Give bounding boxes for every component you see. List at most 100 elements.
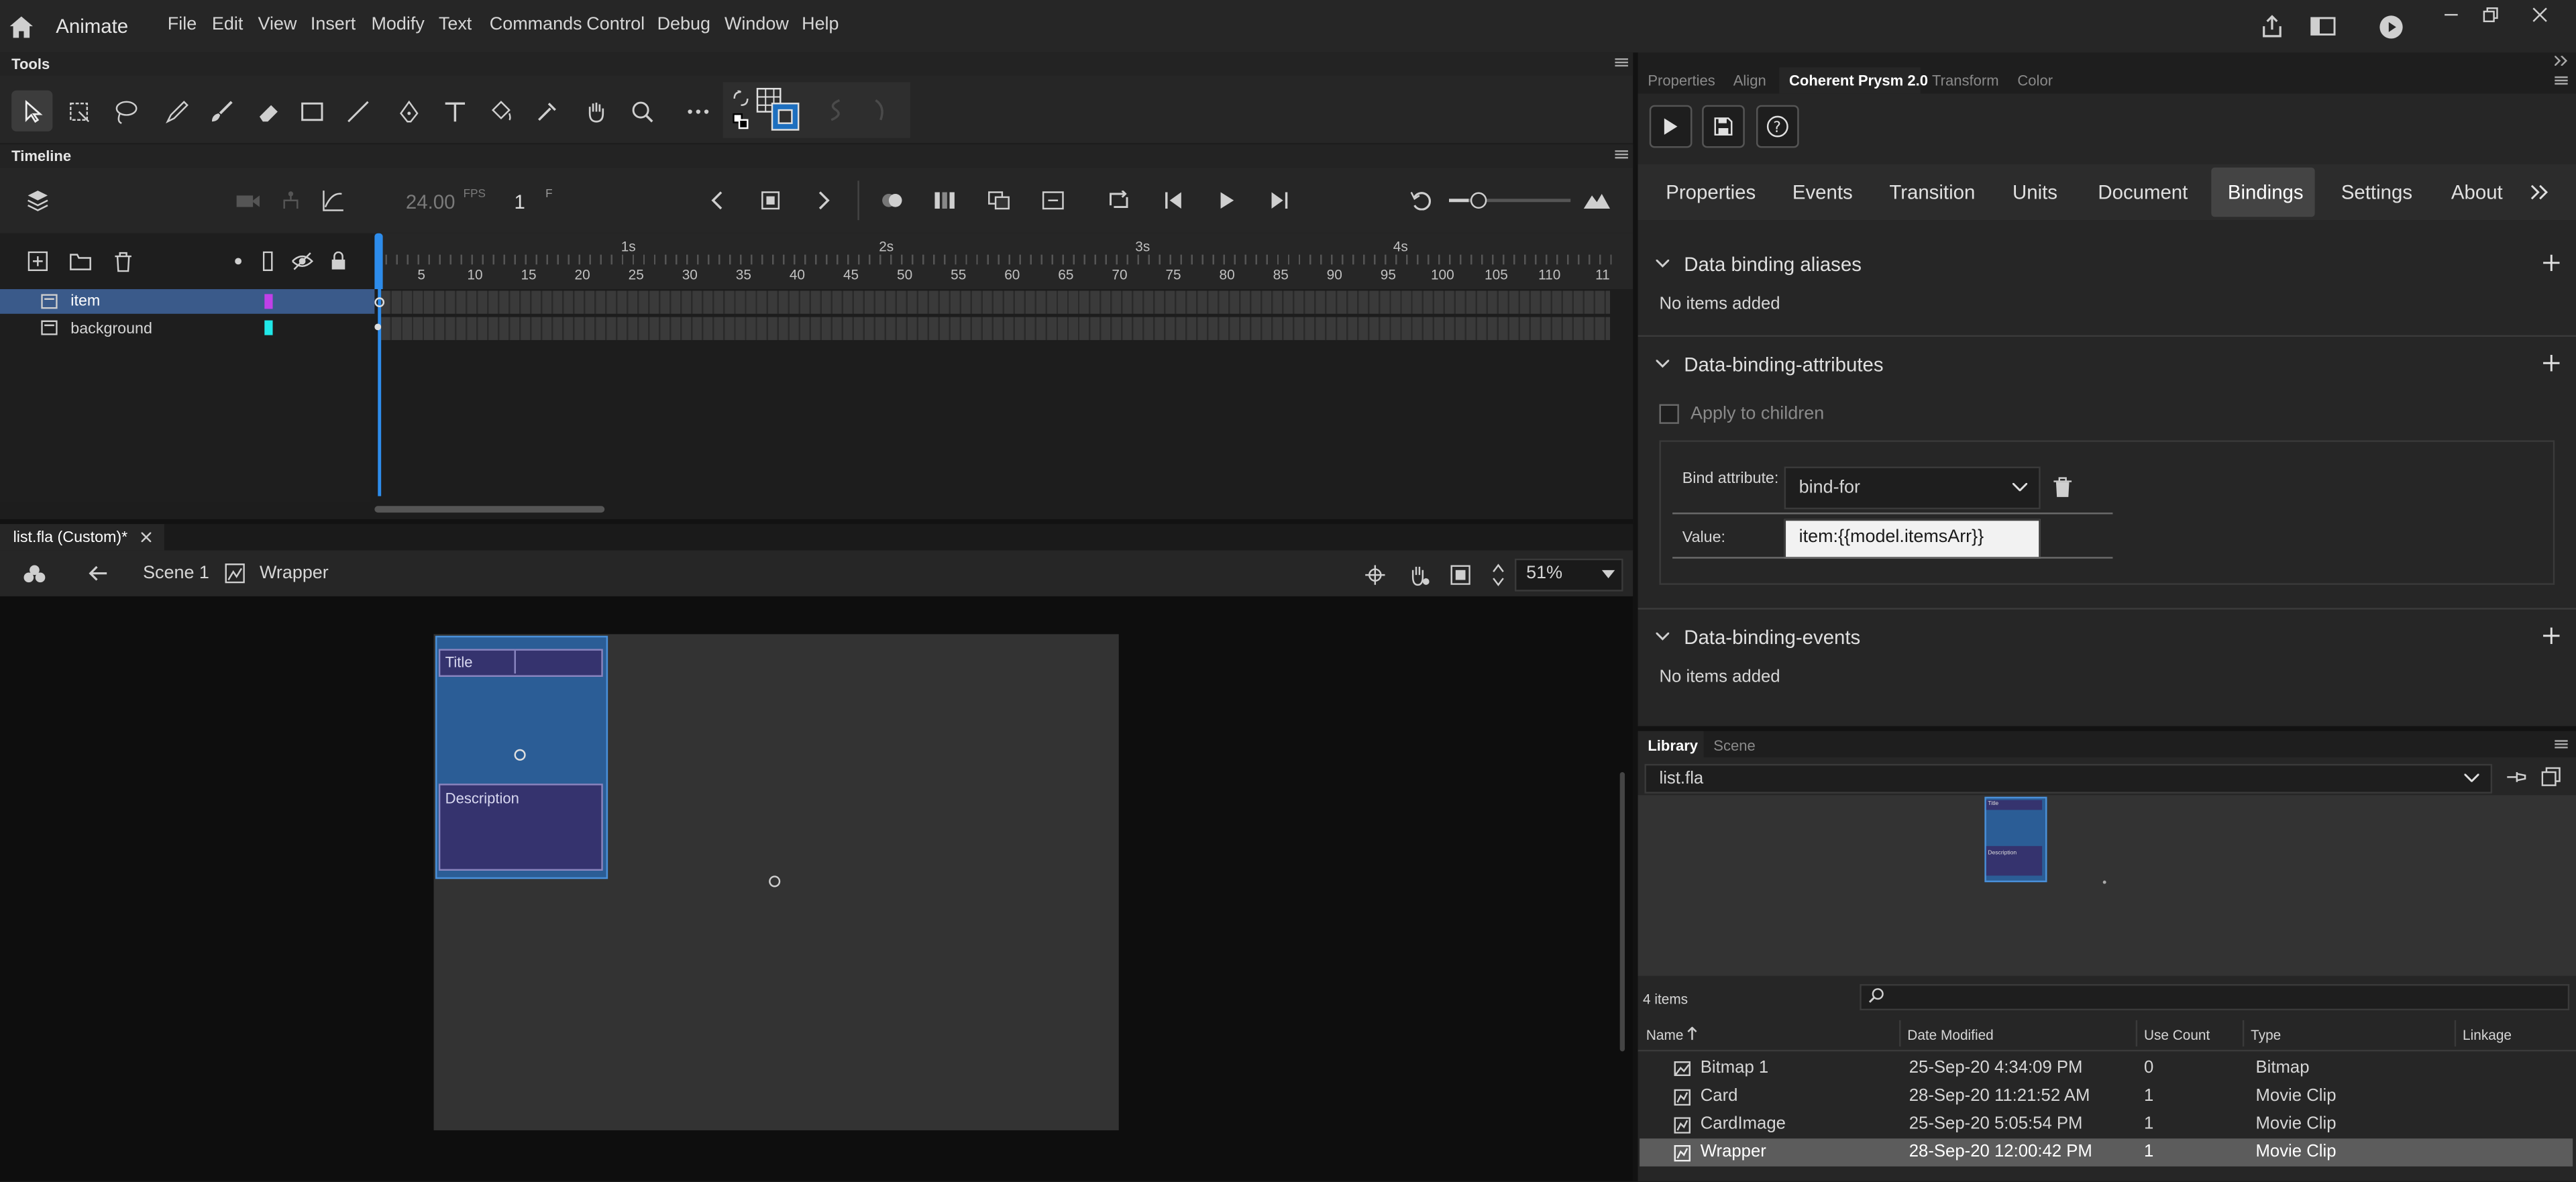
item-name[interactable]: Wrapper xyxy=(1701,1142,1766,1161)
prysm-save-icon[interactable] xyxy=(1702,105,1745,148)
insert-blank-keyframe-icon[interactable] xyxy=(1038,189,1068,212)
table-row[interactable]: Card 28-Sep-20 11:21:52 AM 1 Movie Clip xyxy=(1640,1083,2573,1111)
menu-view[interactable]: View xyxy=(258,15,297,34)
timeline-zoom-minus[interactable] xyxy=(1449,199,1469,203)
hand-tool-icon[interactable] xyxy=(578,94,614,130)
close-tab-icon[interactable] xyxy=(140,531,153,544)
sort-ascending-icon[interactable] xyxy=(1686,1025,1699,1041)
right-panel-menu-icon[interactable] xyxy=(2553,72,2569,89)
current-frame[interactable]: 1 xyxy=(515,191,525,213)
brush-tool-icon[interactable] xyxy=(204,94,240,130)
timeline-menu-icon[interactable] xyxy=(1613,146,1629,162)
home-icon[interactable] xyxy=(7,11,36,41)
column-type[interactable]: Type xyxy=(2251,1027,2281,1043)
right-tab-prysm-label[interactable]: Coherent Prysm 2.0 xyxy=(1789,72,1928,89)
camera-icon[interactable] xyxy=(233,189,263,212)
library-menu-icon[interactable] xyxy=(2553,736,2569,752)
prysm-help-icon[interactable]: ? xyxy=(1756,105,1799,148)
fit-timeline-icon[interactable] xyxy=(1580,187,1613,213)
library-file-chevron-icon[interactable] xyxy=(2463,771,2479,784)
subtab-units[interactable]: Units xyxy=(2012,180,2057,203)
library-file-name[interactable]: list.fla xyxy=(1659,769,1703,788)
menu-control[interactable]: Control xyxy=(586,15,645,34)
events-collapse-icon[interactable] xyxy=(1654,628,1670,644)
delete-binding-icon[interactable] xyxy=(2050,475,2073,500)
selection-tool-icon[interactable] xyxy=(11,90,53,131)
zoom-stepper-icon[interactable] xyxy=(1489,559,1508,592)
workspace-icon[interactable] xyxy=(2308,11,2338,41)
menu-window[interactable]: Window xyxy=(724,15,789,34)
edit-multiple-frames-icon[interactable] xyxy=(930,189,959,212)
menu-modify[interactable]: Modify xyxy=(371,15,424,34)
collapse-panel-icon[interactable] xyxy=(2553,54,2569,68)
value-input-text[interactable]: item:{{model.itemsArr}} xyxy=(1799,527,1984,547)
timeline-zoom-thumb[interactable] xyxy=(1470,192,1487,209)
subtab-settings[interactable]: Settings xyxy=(2341,180,2412,203)
aliases-add-icon[interactable] xyxy=(2542,253,2561,272)
document-tab-label[interactable]: list.fla (Custom)* xyxy=(13,529,128,547)
share-icon[interactable] xyxy=(2257,11,2287,41)
layers-icon[interactable] xyxy=(23,186,52,215)
frame-row-item[interactable] xyxy=(381,290,1611,314)
library-file-select[interactable] xyxy=(1644,763,2493,794)
right-tab-align[interactable]: Align xyxy=(1733,72,1766,89)
subtab-properties[interactable]: Properties xyxy=(1666,180,1756,203)
select-chevron-icon[interactable] xyxy=(2011,480,2027,493)
keyframe-background[interactable] xyxy=(374,323,382,331)
apply-children-checkbox[interactable] xyxy=(1659,404,1679,424)
step-back-icon[interactable] xyxy=(1159,189,1188,212)
scene-tab[interactable]: Scene xyxy=(1713,738,1756,754)
menu-help[interactable]: Help xyxy=(802,15,839,34)
playhead[interactable] xyxy=(374,233,383,496)
menu-commands[interactable]: Commands xyxy=(490,15,582,34)
subtab-document[interactable]: Document xyxy=(2098,180,2188,203)
column-date[interactable]: Date Modified xyxy=(1907,1027,1993,1043)
right-tab-transform[interactable]: Transform xyxy=(1932,72,1999,89)
outline-layer-icon[interactable] xyxy=(258,248,277,274)
stage-rotate-icon[interactable] xyxy=(1405,562,1431,588)
stroke-fill-color-icon[interactable] xyxy=(756,87,802,133)
text-tool-icon[interactable] xyxy=(437,94,473,130)
restore-icon[interactable] xyxy=(2477,5,2504,24)
free-transform-tool-icon[interactable] xyxy=(61,94,97,130)
layer-parenting-icon[interactable] xyxy=(276,189,305,212)
lock-layer-icon[interactable] xyxy=(325,248,352,274)
onion-skin-icon[interactable] xyxy=(877,189,907,212)
undo-icon[interactable] xyxy=(822,95,848,125)
graph-icon[interactable] xyxy=(319,187,348,213)
apply-children-label[interactable]: Apply to children xyxy=(1690,404,1824,423)
frame-row-background[interactable] xyxy=(381,317,1611,340)
right-tab-color[interactable]: Color xyxy=(2017,72,2053,89)
scene-icon[interactable] xyxy=(19,560,49,586)
menu-edit[interactable]: Edit xyxy=(212,15,243,34)
next-keyframe-icon[interactable] xyxy=(812,189,838,212)
test-movie-icon[interactable] xyxy=(2375,11,2405,41)
highlight-layer-icon[interactable] xyxy=(228,248,248,274)
layer-item-name[interactable]: item xyxy=(70,292,100,311)
swap-colors-icon[interactable] xyxy=(729,87,752,110)
create-classic-tween-icon[interactable] xyxy=(984,189,1014,212)
attributes-collapse-icon[interactable] xyxy=(1654,355,1670,371)
redo-icon[interactable] xyxy=(867,95,894,125)
new-folder-icon[interactable] xyxy=(67,248,93,274)
bind-attribute-value[interactable]: bind-for xyxy=(1799,478,1860,498)
fps-value[interactable]: 24.00 xyxy=(406,191,455,213)
pin-library-icon[interactable] xyxy=(2506,765,2528,788)
snap-icon[interactable] xyxy=(1362,562,1388,588)
play-icon[interactable] xyxy=(1212,189,1242,212)
item-name[interactable]: Bitmap 1 xyxy=(1701,1058,1768,1077)
zoom-value[interactable]: 51% xyxy=(1526,563,1562,583)
breadcrumb-scene[interactable]: Scene 1 xyxy=(143,563,209,583)
lasso-tool-icon[interactable] xyxy=(107,94,143,130)
subtab-about[interactable]: About xyxy=(2451,180,2503,203)
zoom-tool-icon[interactable] xyxy=(625,94,661,130)
paint-bucket-tool-icon[interactable] xyxy=(483,94,519,130)
layer-background-color[interactable] xyxy=(264,320,273,335)
panel-menu-icon[interactable] xyxy=(1613,54,1629,70)
library-search[interactable] xyxy=(1860,983,2570,1011)
subtab-transition[interactable]: Transition xyxy=(1889,180,1975,203)
table-row[interactable]: Bitmap 1 25-Sep-20 4:34:09 PM 0 Bitmap xyxy=(1640,1055,2573,1083)
pen-tool-icon[interactable] xyxy=(391,94,427,130)
breadcrumb-symbol[interactable]: Wrapper xyxy=(260,563,329,583)
default-colors-icon[interactable] xyxy=(729,110,752,133)
